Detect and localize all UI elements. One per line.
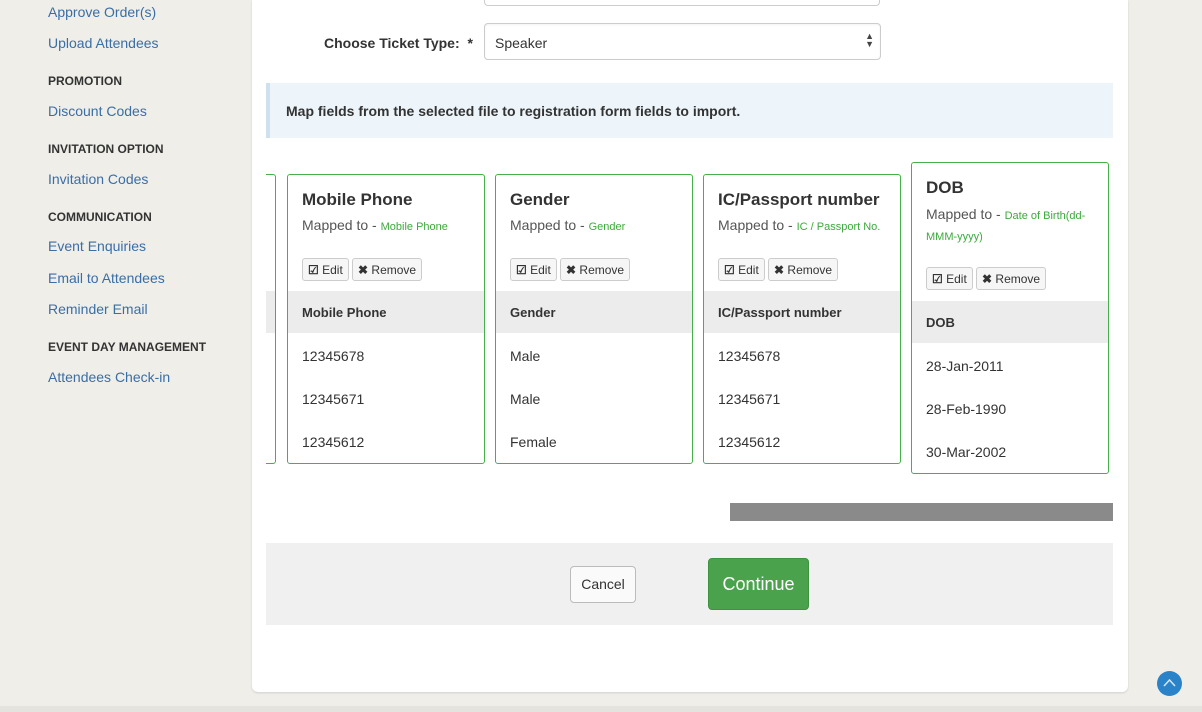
column-header: Mobile Phone	[288, 291, 484, 333]
field-card-dob: DOB Mapped to - Date of Birth(dd- MMM-yy…	[911, 162, 1109, 474]
cell: 12345678	[302, 348, 365, 364]
mapped-to: Mapped to - Gender	[510, 217, 625, 233]
remove-icon: ✖	[982, 272, 993, 286]
mapped-to: Mapped to - IC / Passport No.	[718, 217, 880, 233]
required-mark: *	[467, 35, 473, 51]
remove-label: Remove	[995, 272, 1041, 286]
info-alert: Map fields from the selected file to reg…	[266, 83, 1113, 138]
sidebar-item-invitation-codes[interactable]: Invitation Codes	[48, 171, 148, 187]
import-panel: Choose Ticket Type: * Speaker ▲ ▼ Map fie…	[252, 0, 1128, 692]
card-header-partial	[266, 291, 275, 333]
sidebar-item-attendees-checkin[interactable]: Attendees Check-in	[48, 369, 170, 385]
field-card-mobile-phone: Mobile Phone Mapped to - Mobile Phone ☑ …	[287, 174, 485, 464]
window-bottom-edge	[0, 706, 1202, 712]
chevron-up-icon	[1163, 678, 1176, 687]
cell: 12345612	[718, 434, 781, 450]
form-actions: Cancel Continue	[266, 543, 1113, 625]
column-header-text: Gender	[510, 305, 556, 320]
card-title: IC/Passport number	[718, 190, 880, 209]
previous-select-field[interactable]	[484, 0, 880, 6]
cell: Male	[510, 348, 541, 364]
cell: Male	[510, 391, 541, 407]
column-header: DOB	[912, 301, 1108, 343]
ticket-type-label-text: Choose Ticket Type:	[324, 35, 460, 51]
remove-button[interactable]: ✖ Remove	[560, 258, 631, 281]
cell: 30-Mar-2002	[926, 444, 1007, 460]
column-header: IC/Passport number	[704, 291, 900, 333]
edit-label: Edit	[738, 263, 759, 277]
sidebar: Approve Order(s) Upload Attendees PROMOT…	[0, 0, 250, 712]
sidebar-heading-communication: COMMUNICATION	[48, 210, 152, 224]
remove-icon: ✖	[774, 263, 785, 277]
cell: 12345612	[302, 434, 365, 450]
ticket-type-label: Choose Ticket Type: *	[324, 35, 473, 51]
scroll-to-top-button[interactable]	[1157, 671, 1182, 696]
edit-label: Edit	[946, 272, 967, 286]
column-header: Gender	[496, 291, 692, 333]
horizontal-scrollbar[interactable]	[730, 503, 1113, 521]
field-card-partial	[266, 174, 276, 464]
mapped-value: Mobile Phone	[380, 221, 448, 233]
edit-button[interactable]: ☑ Edit	[718, 258, 765, 281]
cell: Female	[510, 434, 557, 450]
sidebar-heading-invitation: INVITATION OPTION	[48, 142, 164, 156]
mapped-prefix: Mapped to -	[510, 217, 585, 233]
mapped-value-cont: MMM-yyyy)	[926, 231, 983, 243]
remove-label: Remove	[787, 263, 833, 277]
cell: 28-Feb-1990	[926, 401, 1007, 417]
edit-label: Edit	[530, 263, 551, 277]
edit-icon: ☑	[308, 263, 319, 277]
field-card-gender: Gender Mapped to - Gender ☑ Edit ✖ Remov…	[495, 174, 693, 464]
field-card-ic-passport: IC/Passport number Mapped to - IC / Pass…	[703, 174, 901, 464]
continue-button[interactable]: Continue	[708, 558, 809, 610]
column-header-text: Mobile Phone	[302, 305, 387, 320]
sidebar-item-upload-attendees[interactable]: Upload Attendees	[48, 35, 159, 51]
cell: 12345678	[718, 348, 781, 364]
mapped-value: Gender	[588, 221, 626, 233]
ticket-type-select[interactable]: Speaker ▲ ▼	[484, 23, 881, 60]
mapped-to: Mapped to - Mobile Phone	[302, 217, 448, 233]
cell: 12345671	[302, 391, 365, 407]
remove-icon: ✖	[358, 263, 369, 277]
card-title: Gender	[510, 190, 570, 209]
edit-button[interactable]: ☑ Edit	[302, 258, 349, 281]
sidebar-heading-event-day: EVENT DAY MANAGEMENT	[48, 340, 207, 354]
sidebar-item-event-enquiries[interactable]: Event Enquiries	[48, 238, 146, 254]
edit-icon: ☑	[516, 263, 527, 277]
info-text: Map fields from the selected file to reg…	[286, 103, 741, 119]
sidebar-heading-promotion: PROMOTION	[48, 74, 122, 88]
remove-label: Remove	[579, 263, 625, 277]
edit-button[interactable]: ☑ Edit	[926, 267, 973, 290]
remove-icon: ✖	[566, 263, 577, 277]
mapped-prefix: Mapped to -	[302, 217, 377, 233]
sidebar-item-reminder-email[interactable]: Reminder Email	[48, 301, 148, 317]
edit-button[interactable]: ☑ Edit	[510, 258, 557, 281]
edit-icon: ☑	[724, 263, 735, 277]
column-header-text: IC/Passport number	[718, 305, 842, 320]
sidebar-item-approve-orders[interactable]: Approve Order(s)	[48, 4, 156, 20]
card-title: Mobile Phone	[302, 190, 413, 209]
column-header-text: DOB	[926, 315, 955, 330]
mapped-prefix: Mapped to -	[926, 206, 1001, 222]
sidebar-item-email-attendees[interactable]: Email to Attendees	[48, 270, 165, 286]
mapped-value: Date of Birth(dd-	[1004, 210, 1086, 222]
remove-button[interactable]: ✖ Remove	[768, 258, 839, 281]
mapped-prefix: Mapped to -	[718, 217, 793, 233]
edit-icon: ☑	[932, 272, 943, 286]
edit-label: Edit	[322, 263, 343, 277]
select-arrows-icon: ▲ ▼	[865, 31, 874, 49]
mapped-value: IC / Passport No.	[796, 221, 881, 233]
card-title: DOB	[926, 178, 964, 197]
ticket-type-value: Speaker	[495, 35, 548, 51]
cancel-button[interactable]: Cancel	[570, 566, 636, 603]
remove-label: Remove	[371, 263, 417, 277]
remove-button[interactable]: ✖ Remove	[352, 258, 423, 281]
remove-button[interactable]: ✖ Remove	[976, 267, 1047, 290]
sidebar-item-discount-codes[interactable]: Discount Codes	[48, 103, 147, 119]
cell: 12345671	[718, 391, 781, 407]
cell: 28-Jan-2011	[926, 358, 1004, 374]
mapped-to: Mapped to - Date of Birth(dd- MMM-yyyy)	[926, 205, 1085, 247]
